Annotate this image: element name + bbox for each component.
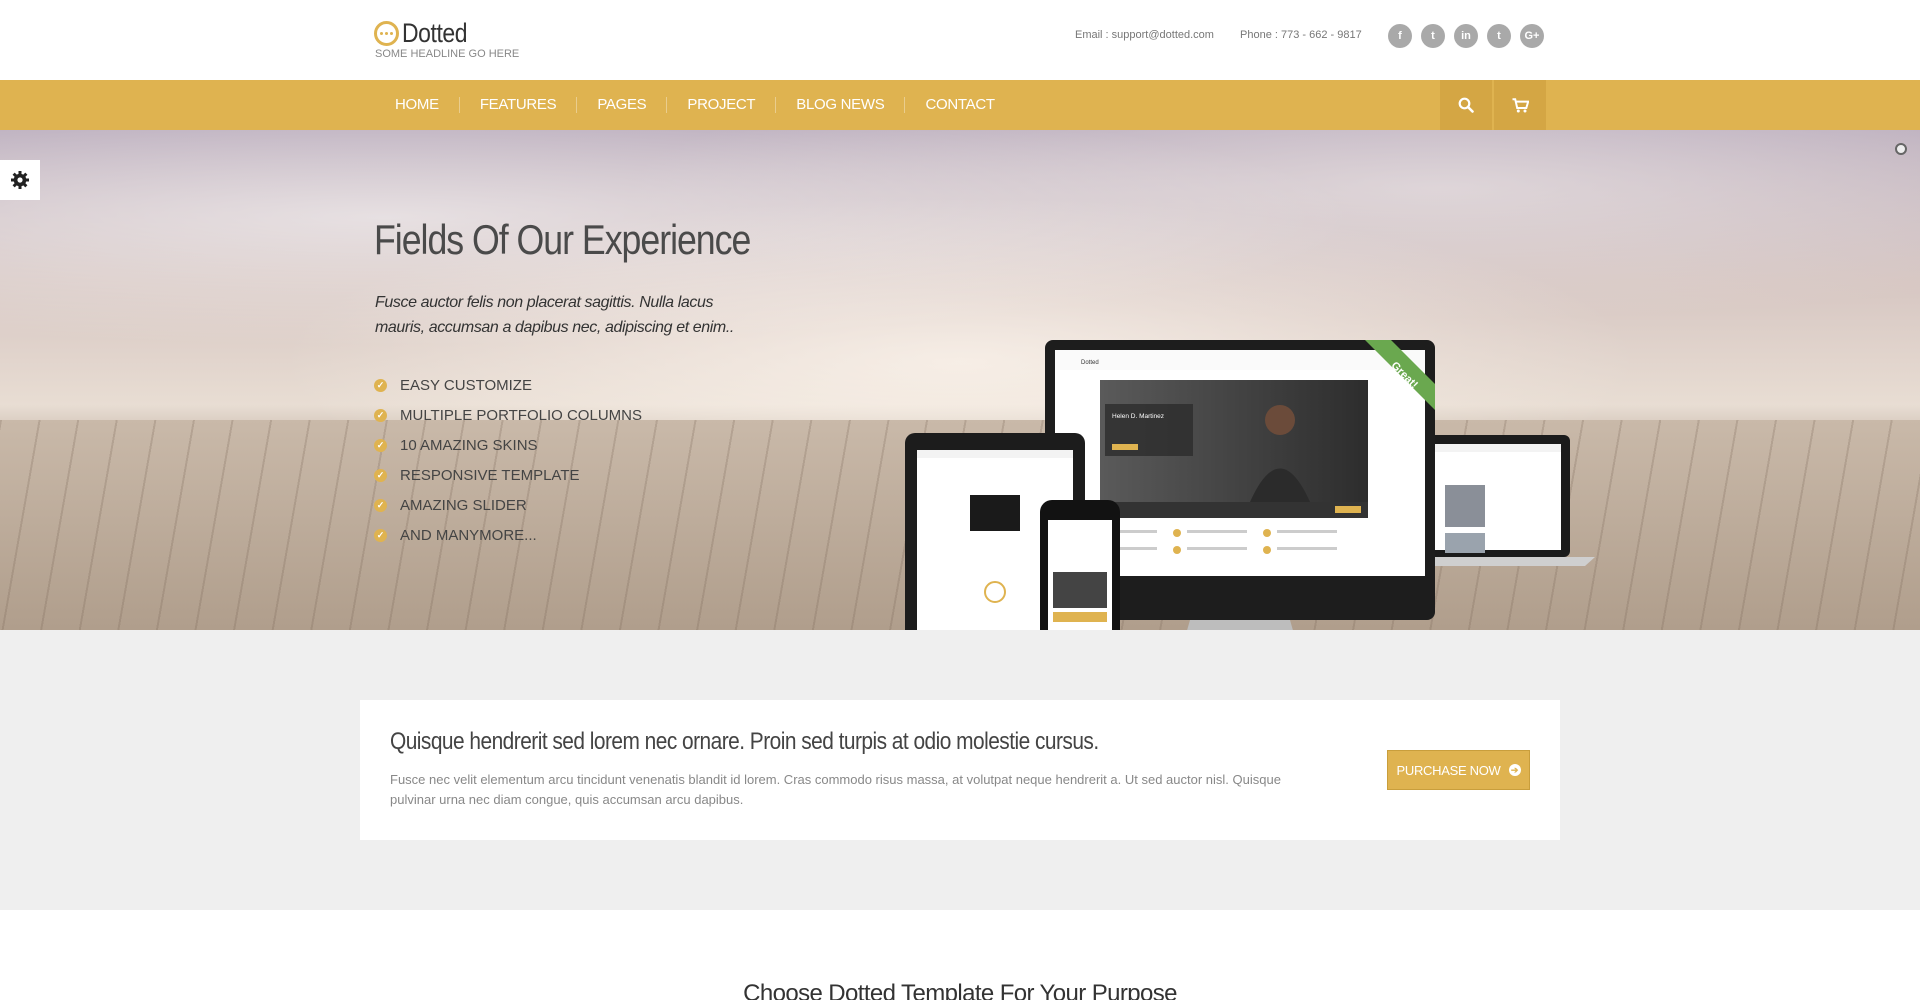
feature-item: ✓ AND MANYMORE... xyxy=(374,520,642,550)
nav-item-home[interactable]: HOME xyxy=(374,97,459,113)
check-icon: ✓ xyxy=(374,438,387,452)
cart-button[interactable] xyxy=(1494,80,1546,130)
hero-subtitle: Fusce auctor felis non placerat sagittis… xyxy=(375,294,734,336)
cta-title: Quisque hendrerit sed lorem nec ornare. … xyxy=(390,728,1099,755)
top-header: Dotted SOME HEADLINE GO HERE Email : sup… xyxy=(0,0,1920,80)
linkedin-icon[interactable]: in xyxy=(1454,24,1478,48)
feature-item: ✓ 10 AMAZING SKINS xyxy=(374,430,642,460)
check-icon: ✓ xyxy=(374,498,387,512)
feature-item: ✓ AMAZING SLIDER xyxy=(374,490,642,520)
hero-title: Fields Of Our Experience xyxy=(374,216,751,263)
feature-item: ✓ MULTIPLE PORTFOLIO COLUMNS xyxy=(374,400,642,430)
nav-item-features[interactable]: FEATURES xyxy=(458,97,577,113)
logo[interactable]: Dotted xyxy=(374,18,479,49)
main-navbar: HOME FEATURES PAGES PROJECT BLOG NEWS CO… xyxy=(0,80,1920,130)
search-button[interactable] xyxy=(1440,80,1492,130)
cta-text: Fusce nec velit elementum arcu tincidunt… xyxy=(390,772,1281,807)
feature-item: ✓ RESPONSIVE TEMPLATE xyxy=(374,460,642,490)
logo-dots-icon xyxy=(374,21,399,46)
svg-text:Dotted: Dotted xyxy=(1081,360,1099,366)
check-icon: ✓ xyxy=(374,468,387,482)
choose-section: Choose Dotted Template For Your Purpose xyxy=(0,910,1920,1000)
responsive-devices-image: Dotted Helen D. Martinez Great! xyxy=(905,340,1595,630)
purchase-now-label: PURCHASE NOW xyxy=(1396,762,1501,778)
facebook-icon[interactable]: f xyxy=(1388,24,1412,48)
cart-icon xyxy=(1512,97,1529,112)
nav-item-pages[interactable]: PAGES xyxy=(576,97,666,113)
nav-menu: HOME FEATURES PAGES PROJECT BLOG NEWS CO… xyxy=(374,80,1015,130)
cta-section: Quisque hendrerit sed lorem nec ornare. … xyxy=(0,630,1920,910)
hero-slider: Fields Of Our Experience Fusce auctor fe… xyxy=(0,130,1920,630)
feature-item: ✓ EASY CUSTOMIZE xyxy=(374,370,642,400)
search-icon xyxy=(1458,97,1474,113)
slider-pager-dot[interactable] xyxy=(1895,143,1907,155)
phone-mockup xyxy=(1040,500,1120,630)
google-plus-icon[interactable]: G+ xyxy=(1520,24,1544,48)
check-icon: ✓ xyxy=(374,408,387,422)
check-icon: ✓ xyxy=(374,528,387,542)
twitter-icon[interactable]: t xyxy=(1421,24,1445,48)
check-icon: ✓ xyxy=(374,378,387,392)
logo-text: Dotted xyxy=(402,18,468,48)
svg-text:Helen D. Martinez: Helen D. Martinez xyxy=(1112,413,1164,420)
section-title: Choose Dotted Template For Your Purpose xyxy=(743,980,1177,1000)
social-links: f t in t G+ xyxy=(1388,24,1544,48)
purchase-now-button[interactable]: PURCHASE NOW ➔ xyxy=(1387,750,1530,790)
nav-item-contact[interactable]: CONTACT xyxy=(904,97,1014,113)
arrow-right-circle-icon: ➔ xyxy=(1508,764,1521,776)
gear-icon xyxy=(11,171,29,189)
style-switcher-toggle[interactable] xyxy=(0,160,40,200)
feature-list: ✓ EASY CUSTOMIZE ✓ MULTIPLE PORTFOLIO COLU… xyxy=(374,370,642,550)
tumblr-icon[interactable]: t xyxy=(1487,24,1511,48)
nav-item-blog-news[interactable]: BLOG NEWS xyxy=(775,97,904,113)
site-tagline: SOME HEADLINE GO HERE xyxy=(375,48,520,60)
nav-item-project[interactable]: PROJECT xyxy=(666,97,775,113)
cta-box: Quisque hendrerit sed lorem nec ornare. … xyxy=(360,700,1560,840)
contact-email[interactable]: Email : support@dotted.com xyxy=(1075,29,1214,41)
contact-phone: Phone : 773 - 662 - 9817 xyxy=(1240,29,1362,41)
